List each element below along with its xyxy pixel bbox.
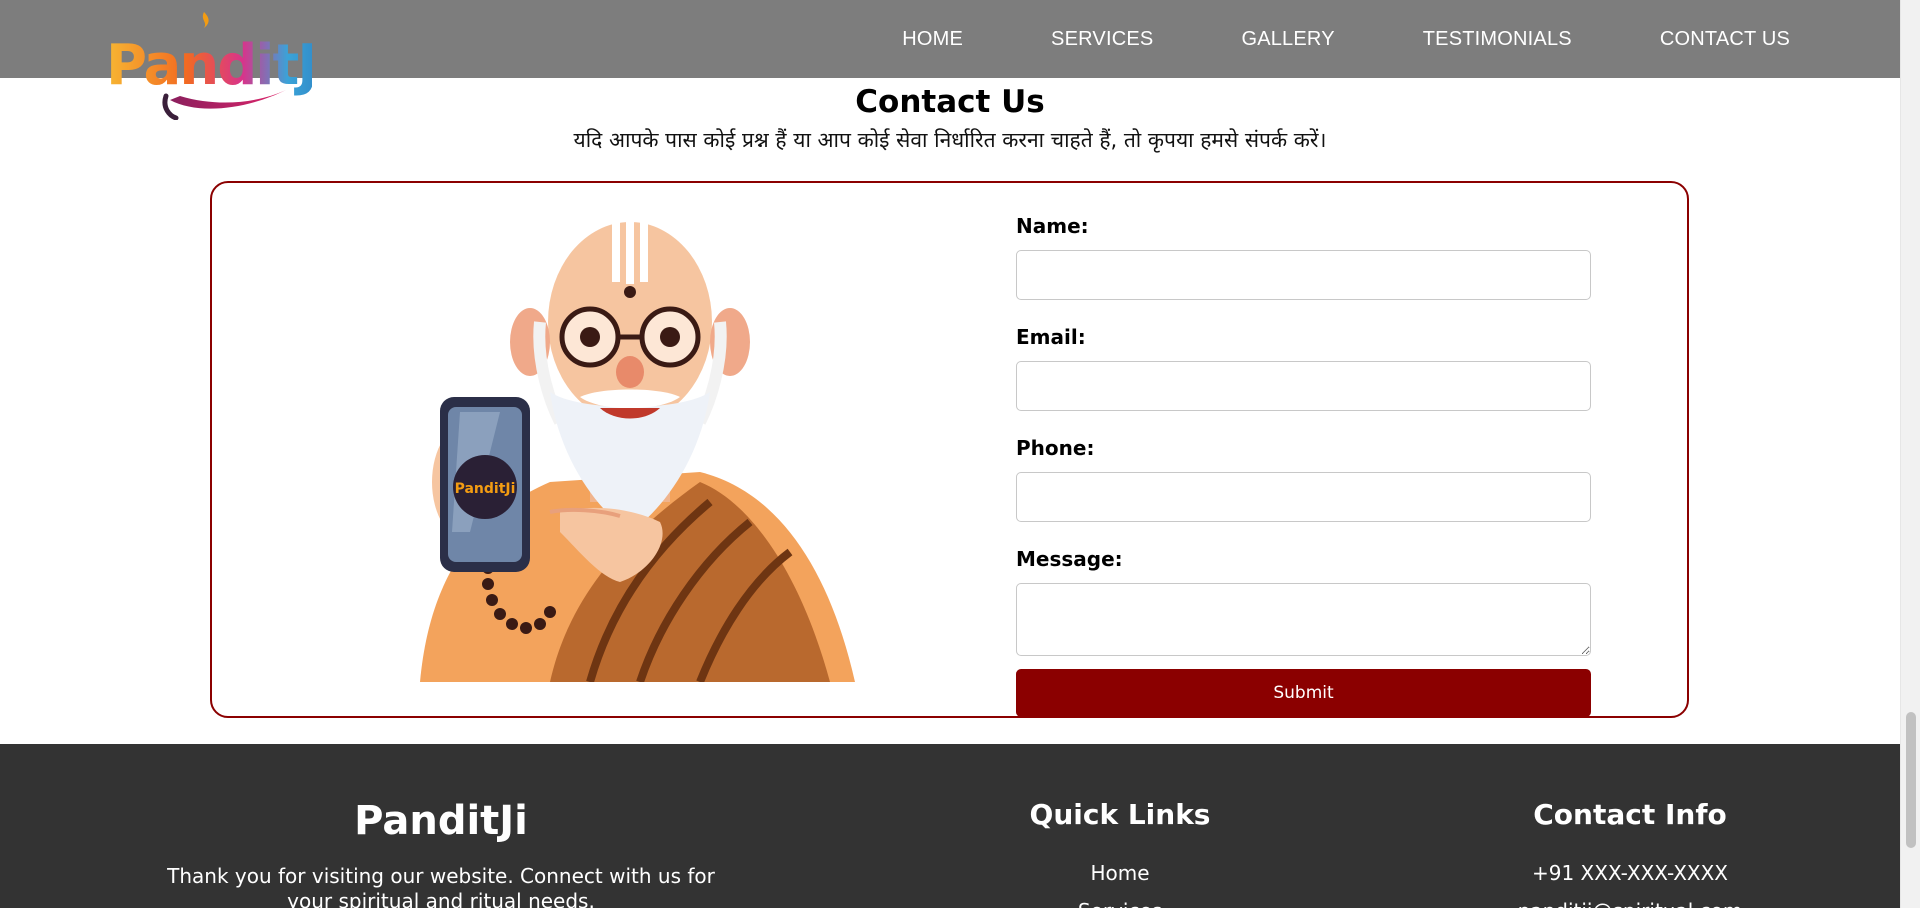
name-label: Name: xyxy=(1016,214,1089,238)
quick-links-list: Home Services xyxy=(1000,854,1240,908)
contact-email[interactable]: panditji@spiritual.com xyxy=(1460,892,1800,908)
nav-services-link[interactable]: SERVICES xyxy=(1051,28,1153,51)
phone-logo-text: PanditJi xyxy=(455,481,516,497)
footer-link-home[interactable]: Home xyxy=(1000,854,1240,892)
contact-phone: +91 XXX-XXX-XXXX xyxy=(1531,861,1729,885)
phone-label: Phone: xyxy=(1016,436,1095,460)
site-logo[interactable]: PanditJi xyxy=(100,4,312,120)
contact-form: Name: Email: Phone: Message: Submit xyxy=(1016,212,1591,717)
svg-text:PanditJi: PanditJi xyxy=(106,33,312,98)
contact-subtitle: यदि आपके पास कोई प्रश्न हैं या आप कोई से… xyxy=(573,128,1327,152)
pandit-with-phone-icon: PanditJi xyxy=(420,220,855,682)
footer-brand: PanditJi xyxy=(354,798,528,844)
quick-links-title: Quick Links xyxy=(1029,798,1211,831)
page: HOME SERVICES GALLERY TESTIMONIALS CONTA… xyxy=(0,0,1920,908)
nav-contact-link[interactable]: CONTACT US xyxy=(1660,28,1790,51)
main-nav: HOME SERVICES GALLERY TESTIMONIALS CONTA… xyxy=(814,0,1790,78)
nav-home-link[interactable]: HOME xyxy=(902,28,963,51)
message-textarea[interactable] xyxy=(1016,583,1591,656)
contact-info-title: Contact Info xyxy=(1533,798,1727,831)
nav-testimonials-link[interactable]: TESTIMONIALS xyxy=(1423,28,1572,51)
site-footer: PanditJi Thank you for visiting our webs… xyxy=(0,744,1900,908)
scrollbar-thumb[interactable] xyxy=(1906,712,1916,848)
page-scrollbar[interactable] xyxy=(1900,0,1920,908)
email-input[interactable] xyxy=(1016,361,1591,411)
footer-link-services[interactable]: Services xyxy=(1000,892,1240,908)
submit-button[interactable]: Submit xyxy=(1016,669,1591,717)
panditji-logo-icon: PanditJi xyxy=(106,12,312,120)
message-label: Message: xyxy=(1016,547,1123,571)
footer-description: Thank you for visiting our website. Conn… xyxy=(167,864,715,908)
phone-input[interactable] xyxy=(1016,472,1591,522)
email-label: Email: xyxy=(1016,325,1086,349)
name-input[interactable] xyxy=(1016,250,1591,300)
pandit-illustration: PanditJi xyxy=(400,212,855,682)
nav-gallery-link[interactable]: GALLERY xyxy=(1241,28,1334,51)
contact-info-list: +91 XXX-XXX-XXXX panditji@spiritual.com xyxy=(1460,854,1800,908)
